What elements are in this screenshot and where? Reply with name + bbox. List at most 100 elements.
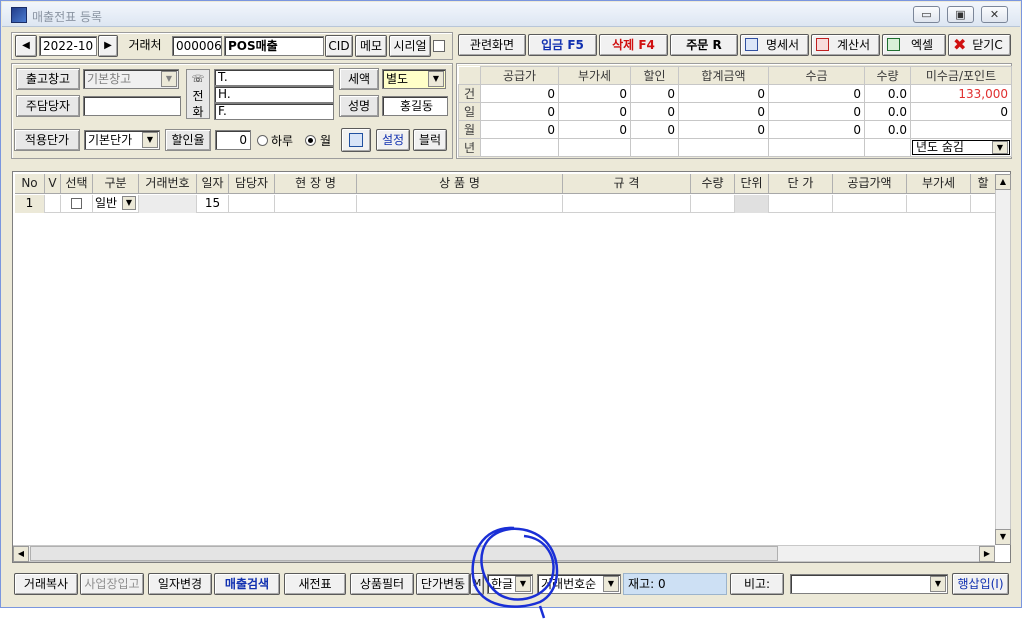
client-code-field[interactable]: 000006	[172, 36, 222, 56]
block-button[interactable]: 블럭	[413, 129, 447, 151]
name-field[interactable]: 홍길동	[382, 96, 448, 116]
summary-header: 미수금/포인트	[910, 66, 1012, 85]
scroll-down-icon[interactable]: ▼	[995, 529, 1011, 545]
summary-cell: 0	[768, 120, 865, 139]
serial-button[interactable]: 시리얼	[389, 35, 431, 57]
copy-trade-button[interactable]: 거래복사	[14, 573, 78, 595]
date-change-button[interactable]: 일자변경	[148, 573, 212, 595]
vertical-scrollbar[interactable]: ▲ ▼	[995, 174, 1011, 545]
grid-header-cell: 규 격	[563, 174, 691, 193]
tel-field[interactable]: T.	[214, 69, 334, 86]
row-v-cell[interactable]	[45, 195, 61, 213]
horizontal-scroll-thumb[interactable]	[30, 546, 778, 561]
phone-label: ☏ 전화	[186, 69, 210, 119]
scroll-up-icon[interactable]: ▲	[995, 174, 1011, 190]
grid-header-cell: 선택	[61, 174, 93, 193]
chevron-down-icon: ▼	[992, 141, 1008, 154]
row-checkbox[interactable]	[71, 198, 82, 209]
row-extra[interactable]	[971, 195, 995, 213]
summary-cell	[678, 138, 769, 157]
close-button[interactable]: ✖ 닫기C	[948, 34, 1011, 56]
fax-field[interactable]: F.	[214, 103, 334, 120]
chevron-down-icon: ▼	[122, 196, 136, 210]
minimize-button[interactable]: ▭	[913, 6, 940, 23]
summary-table: 공급가 부가세 할인 합계금액 수금 수량 미수금/포인트 건 0 0 0 0 …	[458, 66, 1012, 157]
remark-select[interactable]: ▼	[790, 574, 948, 594]
invoice-label: 계산서	[836, 38, 871, 52]
memo-button[interactable]: 메모	[355, 35, 387, 57]
serial-checkbox[interactable]	[433, 40, 445, 52]
excel-label: 엑셀	[910, 38, 934, 52]
invoice-button[interactable]: 계산서	[811, 34, 880, 56]
chevron-down-icon: ▼	[142, 132, 158, 148]
product-filter-button[interactable]: 상품필터	[350, 573, 414, 595]
warehouse-select[interactable]: 기본창고 ▼	[83, 69, 179, 89]
row-manager[interactable]	[229, 195, 275, 213]
tax-select[interactable]: 별도 ▼	[382, 69, 446, 89]
business-receipt-button[interactable]: 사업장입고	[80, 573, 144, 595]
summary-cell	[630, 138, 679, 157]
row-price[interactable]	[769, 195, 833, 213]
grid-header-cell: 구분	[93, 174, 139, 193]
prev-month-button[interactable]: ◀	[15, 35, 37, 57]
row-supply[interactable]	[833, 195, 907, 213]
insert-row-button[interactable]: 행삽입(I)	[952, 573, 1009, 595]
summary-cell: 0	[768, 84, 865, 103]
day-radio[interactable]	[257, 135, 268, 146]
delete-button[interactable]: 삭제 F4	[599, 34, 668, 56]
scroll-left-icon[interactable]: ◀	[13, 546, 29, 562]
row-day[interactable]: 15	[197, 195, 229, 213]
discount-field[interactable]: 0	[215, 130, 251, 150]
row-kind-select[interactable]: 일반 ▼	[93, 195, 139, 213]
row-vat[interactable]	[907, 195, 971, 213]
excel-button[interactable]: 엑셀	[882, 34, 946, 56]
summary-header: 수금	[768, 66, 865, 85]
month-radio[interactable]	[305, 135, 316, 146]
settings-button[interactable]: 설정	[376, 129, 410, 151]
row-qty[interactable]	[691, 195, 735, 213]
row-select-cell[interactable]	[61, 195, 93, 213]
chevron-down-icon: ▼	[603, 576, 619, 592]
grid-header-cell: 단위	[735, 174, 769, 193]
client-label: 거래처	[128, 38, 162, 52]
summary-cell: 0	[630, 84, 679, 103]
summary-cell: 0.0	[864, 102, 911, 121]
scroll-right-icon[interactable]: ▶	[979, 546, 995, 562]
config-icon-button[interactable]	[341, 128, 371, 152]
client-name-field[interactable]: POS매출	[224, 36, 324, 56]
month-radio-label: 월	[320, 134, 332, 148]
summary-cell: 0	[558, 102, 631, 121]
price-select[interactable]: 기본단가 ▼	[84, 130, 160, 150]
summary-header: 합계금액	[678, 66, 769, 85]
summary-cell	[910, 120, 1012, 139]
month-field[interactable]: 2022-10	[39, 36, 97, 56]
year-hide-select[interactable]: 년도 숨김 ▼	[912, 140, 1010, 155]
row-site[interactable]	[275, 195, 357, 213]
table-row[interactable]: 1 일반 ▼ 15	[15, 195, 995, 213]
summary-cell: 0.0	[864, 84, 911, 103]
sales-search-button[interactable]: 매출검색	[214, 573, 280, 595]
summary-cell: 0	[480, 120, 559, 139]
grid-header: No V 선택 구분 거래번호 일자 담당자 현 장 명 상 품 명 규 격 수…	[15, 174, 995, 194]
statement-button[interactable]: 명세서	[740, 34, 809, 56]
row-spec[interactable]	[563, 195, 691, 213]
remark-label: 비고:	[730, 573, 784, 595]
new-slip-button[interactable]: 새전표	[284, 573, 346, 595]
related-screen-button[interactable]: 관련화면	[458, 34, 526, 56]
maximize-button[interactable]: ▣	[947, 6, 974, 23]
manager-field[interactable]	[83, 96, 181, 116]
row-product[interactable]	[357, 195, 563, 213]
row-kind-value: 일반	[95, 196, 118, 210]
hp-field[interactable]: H.	[214, 86, 334, 103]
manager-label: 주담당자	[16, 95, 80, 117]
deposit-button[interactable]: 입금 F5	[528, 34, 597, 56]
summary-header: 공급가	[480, 66, 559, 85]
close-window-button[interactable]: ✕	[981, 6, 1008, 23]
order-button[interactable]: 주문 R	[670, 34, 738, 56]
printer-red-icon	[816, 38, 829, 51]
summary-cell: 0	[480, 84, 559, 103]
summary-header: 부가세	[558, 66, 631, 85]
next-month-button[interactable]: ▶	[98, 35, 118, 57]
cid-button[interactable]: CID	[325, 35, 353, 57]
row-unit[interactable]	[735, 195, 769, 213]
